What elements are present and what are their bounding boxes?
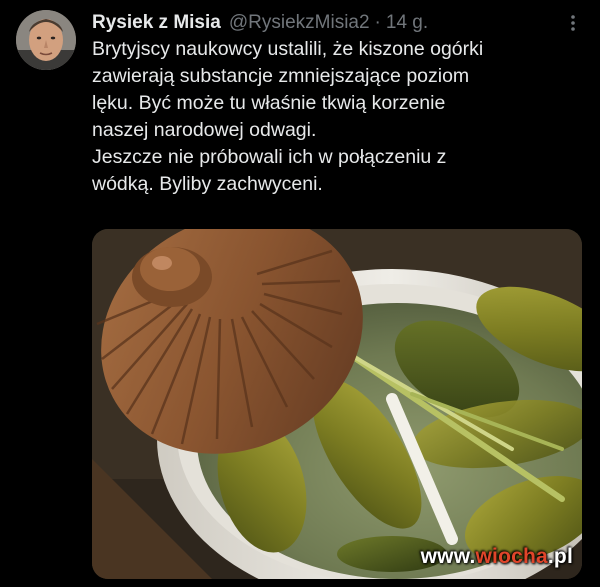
tweet-text-line: zawierają substancje zmniejszające pozio… [92,65,470,87]
user-avatar-icon [16,10,76,70]
tweet-media-image[interactable]: www.wiocha.pl [92,229,582,579]
tweet-text-line: Jeszcze nie próbowali ich w połączeniu z [92,146,447,168]
watermark-brand: wiocha [475,545,548,568]
author-display-name[interactable]: Rysiek z Misia [92,10,221,36]
tweet-timestamp[interactable]: 14 g. [386,10,428,36]
watermark: www.wiocha.pl [421,545,573,569]
watermark-suffix: .pl [547,545,573,568]
separator-dot: · [374,12,381,33]
more-vertical-icon [571,15,575,31]
author-handle[interactable]: @RysiekzMisia2 [229,10,370,36]
tweet: Rysiek z Misia @RysiekzMisia2 · 14 g. Br… [0,0,600,587]
tweet-text-line: naszej narodowej odwagi. [92,119,317,141]
tweet-header: Rysiek z Misia @RysiekzMisia2 · 14 g. [92,10,560,36]
watermark-prefix: www. [420,545,476,568]
tweet-text-line: Brytyjscy naukowcy ustalili, że kiszone … [92,38,484,60]
pickles-pot-image [92,229,582,579]
avatar[interactable] [16,10,76,70]
more-options-button[interactable] [562,10,584,36]
tweet-text: Brytyjscy naukowcy ustalili, że kiszone … [92,36,587,198]
tweet-text-line: lęku. Być może tu właśnie tkwią korzenie [92,92,446,114]
tweet-text-line: wódką. Byliby zachwyceni. [92,173,323,195]
